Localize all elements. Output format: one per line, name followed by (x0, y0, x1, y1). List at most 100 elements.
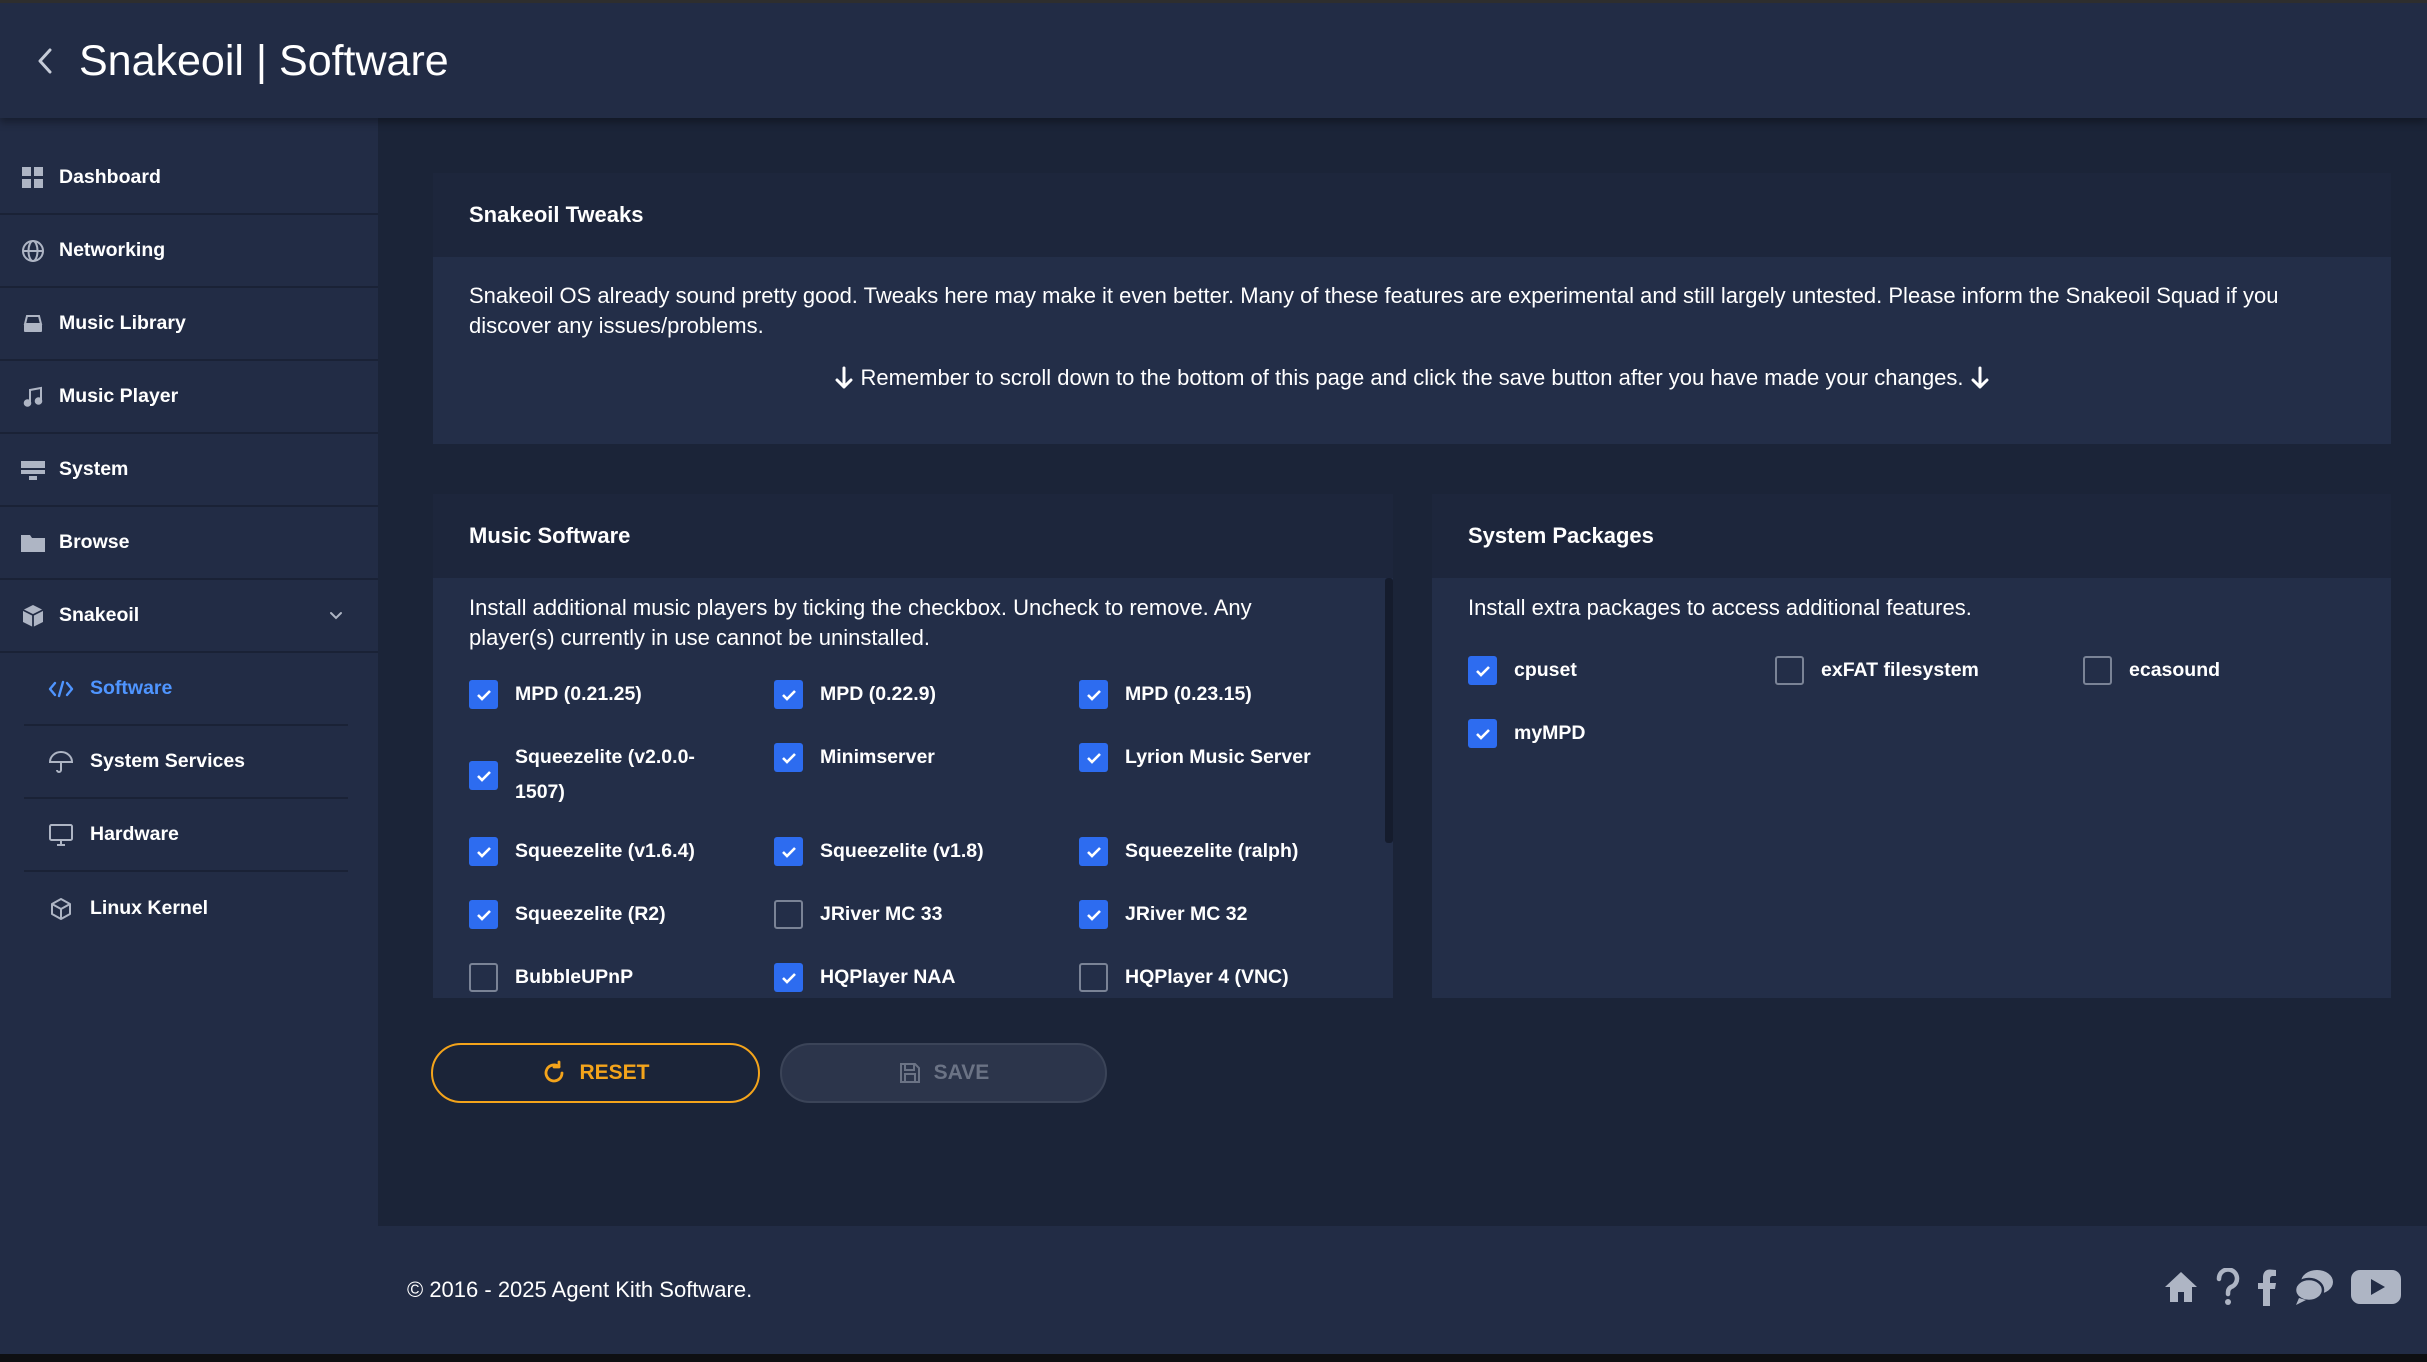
music-software-scroll-area[interactable]: Install additional music players by tick… (433, 578, 1433, 998)
sidebar-item-dashboard[interactable]: Dashboard (0, 142, 378, 215)
check-icon (469, 680, 498, 709)
checkbox-hqplayer-naa[interactable]: HQPlayer NAA (774, 963, 955, 995)
sidebar-item-music-library[interactable]: Music Library (0, 288, 378, 361)
system-packages-header: System Packages (1432, 494, 2391, 578)
page-title: Snakeoil | Software (79, 37, 449, 85)
checkbox-mpd-0-22-9[interactable]: MPD (0.22.9) (774, 680, 936, 712)
umbrella-icon (47, 748, 75, 776)
check-icon (469, 900, 498, 929)
sidebar-item-label: System (59, 458, 129, 480)
sidebar-item-linux-kernel[interactable]: Linux Kernel (24, 872, 348, 945)
dashboard-icon (19, 164, 47, 192)
checkbox-squeezelite-r2[interactable]: Squeezelite (R2) (469, 900, 666, 932)
chevron-down-icon[interactable] (326, 606, 346, 626)
check-icon (774, 963, 803, 992)
music-software-header: Music Software (433, 494, 1393, 578)
help-icon[interactable] (2215, 1268, 2241, 1306)
sidebar-item-label: Software (90, 677, 173, 699)
sidebar-item-label: Networking (59, 239, 166, 261)
sidebar-item-software[interactable]: Software (24, 653, 348, 726)
sidebar-item-label: Music Library (59, 312, 186, 334)
sidebar-item-label: Dashboard (59, 166, 161, 188)
checkbox-squeezelite-v1-8[interactable]: Squeezelite (v1.8) (774, 837, 984, 869)
checkbox-squeezelite-v2[interactable]: Squeezelite (v2.0.0-1507) (469, 743, 715, 810)
check-icon (1079, 743, 1108, 772)
arrow-down-icon (834, 366, 854, 390)
cube-icon (47, 895, 75, 923)
package-icon (19, 602, 47, 630)
music-software-card: Music Software Install additional music … (433, 494, 1393, 998)
sidebar-item-hardware[interactable]: Hardware (24, 799, 348, 872)
check-icon (1468, 719, 1497, 748)
sidebar-item-label: Snakeoil (59, 604, 140, 626)
sidebar-item-label: System Services (90, 750, 246, 772)
sidebar-item-networking[interactable]: Networking (0, 215, 378, 288)
sidebar-item-system[interactable]: System (0, 434, 378, 507)
save-button[interactable]: SAVE (780, 1043, 1107, 1103)
checkbox-exfat-filesystem[interactable]: exFAT filesystem (1775, 656, 1979, 688)
music-software-description: Install additional music players by tick… (469, 595, 1252, 650)
checkbox-cpuset[interactable]: cpuset (1468, 656, 1577, 688)
checkbox-mpd-0-21-25[interactable]: MPD (0.21.25) (469, 680, 642, 712)
code-icon (47, 675, 75, 703)
checkbox-bubbleupnp[interactable]: BubbleUPnP (469, 963, 633, 995)
sidebar-item-music-player[interactable]: Music Player (0, 361, 378, 434)
copyright-text: © 2016 - 2025 Agent Kith Software. (407, 1277, 753, 1302)
reset-button[interactable]: RESET (431, 1043, 760, 1103)
sidebar-item-system-services[interactable]: System Services (24, 726, 348, 799)
footer-icons (2163, 1268, 2417, 1306)
check-icon (1468, 656, 1497, 685)
check-icon (1079, 900, 1108, 929)
tweaks-card-header: Snakeoil Tweaks (433, 173, 2391, 257)
music-note-icon (19, 383, 47, 411)
system-packages-card: System Packages Install extra packages t… (1432, 494, 2391, 998)
home-icon[interactable] (2163, 1270, 2199, 1304)
sidebar-item-browse[interactable]: Browse (0, 507, 378, 580)
sidebar-item-label: Music Player (59, 385, 179, 407)
library-icon (19, 310, 47, 338)
tweaks-title: Snakeoil Tweaks (469, 202, 644, 227)
system-packages-description: Install extra packages to access additio… (1468, 595, 1972, 620)
system-icon (19, 456, 47, 484)
system-packages-title: System Packages (1468, 523, 1654, 548)
sidebar-item-label: Browse (59, 531, 130, 553)
sidebar-item-label: Linux Kernel (90, 897, 209, 919)
checkbox-ecasound[interactable]: ecasound (2083, 656, 2220, 688)
checkbox-hqplayer-4-vnc[interactable]: HQPlayer 4 (VNC) (1079, 963, 1289, 995)
music-software-title: Music Software (469, 523, 631, 548)
checkbox-mpd-0-23-15[interactable]: MPD (0.23.15) (1079, 680, 1252, 712)
arrow-down-icon (1970, 366, 1990, 390)
check-icon (469, 837, 498, 866)
folder-icon (19, 529, 47, 557)
checkbox-jriver-mc-32[interactable]: JRiver MC 32 (1079, 900, 1247, 932)
checkbox-lyrion-music-server[interactable]: Lyrion Music Server (1079, 743, 1311, 775)
top-bar: Snakeoil | Software (0, 0, 2427, 118)
sidebar-item-label: Hardware (90, 823, 179, 845)
checkbox-jriver-mc-33[interactable]: JRiver MC 33 (774, 900, 942, 932)
checkbox-minimserver[interactable]: Minimserver (774, 743, 935, 775)
check-icon (774, 680, 803, 709)
check-icon (774, 837, 803, 866)
back-chevron-icon[interactable] (28, 41, 62, 81)
checkbox-squeezelite-ralph[interactable]: Squeezelite (ralph) (1079, 837, 1298, 869)
checkbox-mympd[interactable]: myMPD (1468, 719, 1586, 751)
chat-icon[interactable] (2293, 1268, 2335, 1306)
music-software-scrollbar[interactable] (1385, 578, 1393, 843)
tweaks-reminder: Remember to scroll down to the bottom of… (860, 365, 1964, 390)
monitor-icon (47, 821, 75, 849)
globe-icon (19, 237, 47, 265)
footer: © 2016 - 2025 Agent Kith Software. (378, 1226, 2427, 1354)
sidebar: Dashboard Networking Music Library Music… (0, 118, 378, 1354)
refresh-icon (541, 1060, 579, 1086)
facebook-icon[interactable] (2257, 1268, 2277, 1306)
tweaks-card: Snakeoil Tweaks Snakeoil OS already soun… (433, 173, 2391, 444)
checkbox-squeezelite-v1-6-4[interactable]: Squeezelite (v1.6.4) (469, 837, 695, 869)
check-icon (469, 761, 498, 790)
check-icon (1079, 680, 1108, 709)
tweaks-description: Snakeoil OS already sound pretty good. T… (469, 283, 2279, 338)
save-icon (898, 1061, 934, 1085)
bottom-strip (0, 1354, 2427, 1362)
youtube-icon[interactable] (2351, 1268, 2401, 1306)
sidebar-item-snakeoil[interactable]: Snakeoil (0, 580, 378, 653)
check-icon (1079, 837, 1108, 866)
